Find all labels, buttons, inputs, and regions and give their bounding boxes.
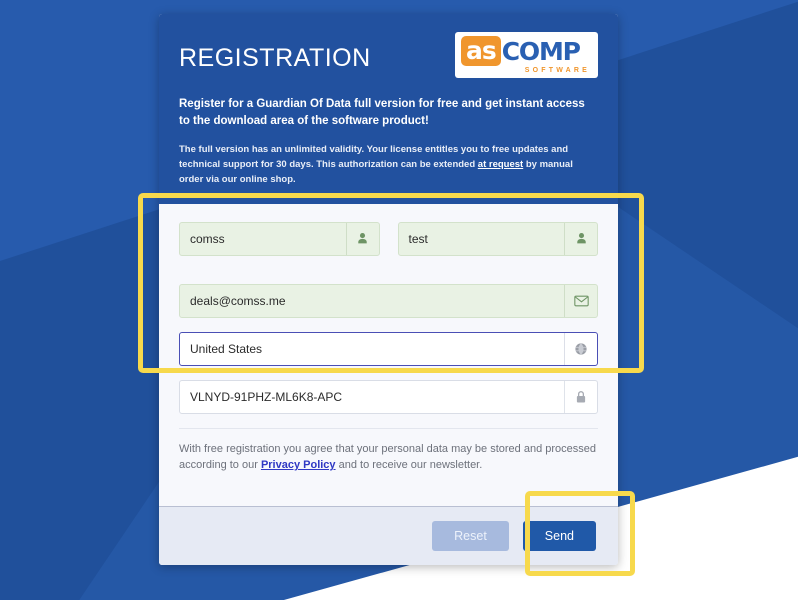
user-icon [564,222,597,255]
send-button[interactable]: Send [522,520,596,551]
card-footer: Reset Send [159,505,618,565]
header-fineprint: The full version has an unlimited validi… [179,143,598,187]
logo-mark-as: as [461,36,501,66]
consent-text-after: and to receive our newsletter. [335,459,483,471]
globe-icon [564,332,597,365]
last-name-input[interactable]: test [397,221,598,256]
at-request-link[interactable]: at request [478,159,523,170]
registration-page: REGISTRATION as COMP SOFTWARE Register f… [0,0,798,600]
logo-word-comp: COMP [501,36,581,66]
country-value: United States [190,341,263,356]
reset-button[interactable]: Reset [432,520,509,551]
first-name-value: comss [190,231,225,246]
logo-tagline: SOFTWARE [524,67,590,74]
privacy-policy-link[interactable]: Privacy Policy [261,459,336,471]
license-key-value: VLNYD-91PHZ-ML6K8-APC [190,389,343,404]
email-input[interactable]: deals@comss.me [179,283,598,318]
card-header: REGISTRATION as COMP SOFTWARE Register f… [159,14,618,204]
consent-divider [179,427,598,429]
email-value: deals@comss.me [190,293,286,308]
header-top-row: REGISTRATION as COMP SOFTWARE [179,32,598,78]
ascomp-logo: as COMP SOFTWARE [455,32,598,78]
first-name-input[interactable]: comss [179,221,380,256]
registration-card: REGISTRATION as COMP SOFTWARE Register f… [159,14,618,565]
last-name-field: test [397,221,598,256]
first-name-field: comss [179,221,380,256]
header-lede: Register for a Guardian Of Data full ver… [179,98,585,127]
license-key-input[interactable]: VLNYD-91PHZ-ML6K8-APC [179,379,598,414]
last-name-value: test [408,231,428,246]
lock-icon [564,380,597,413]
license-key-field: VLNYD-91PHZ-ML6K8-APC [179,379,598,414]
page-title: REGISTRATION [179,44,371,72]
email-field: deals@comss.me [179,283,598,318]
consent-text: With free registration you agree that yo… [179,441,598,474]
name-row: comss test [179,221,598,270]
user-icon [345,222,379,255]
envelope-icon [564,284,597,317]
registration-form: comss test deals@comss.me United States … [159,203,618,506]
logo-wordmark-row: as COMP [461,36,592,66]
country-field: United States [179,331,598,366]
country-input[interactable]: United States [179,331,598,366]
